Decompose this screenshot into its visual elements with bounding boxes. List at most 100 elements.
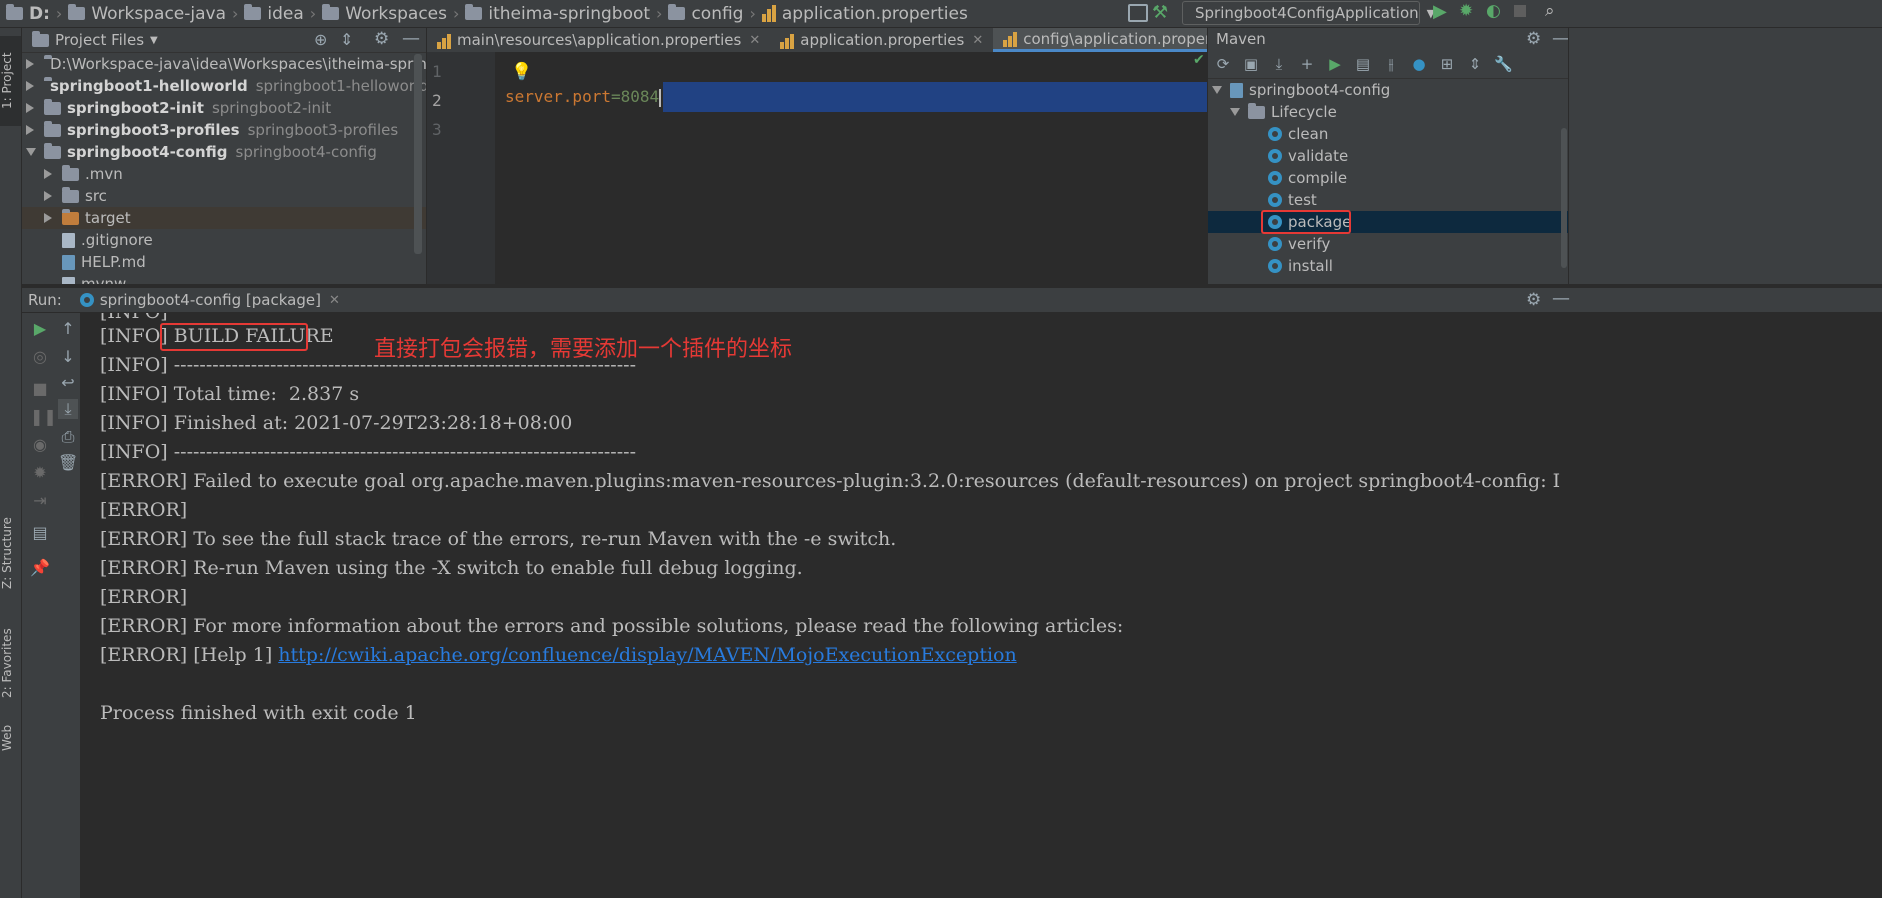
camera-icon[interactable]: ◉ (30, 435, 50, 455)
window-layout-icon[interactable] (1128, 4, 1148, 22)
expand-arrow-icon[interactable] (26, 81, 34, 91)
maven-phase-validate[interactable]: validate (1208, 145, 1568, 167)
breadcrumb-workspace-java[interactable]: Workspace-java › (68, 4, 244, 24)
breadcrumb-workspaces[interactable]: Workspaces › (322, 4, 465, 24)
tree-item-root[interactable]: D:\Workspace-java\idea\Workspaces\itheim… (22, 53, 426, 75)
web-tool-tab[interactable]: Web (0, 718, 21, 758)
expand-arrow-icon[interactable] (26, 103, 34, 113)
stop-icon[interactable] (1514, 5, 1526, 17)
toggle-tree-icon[interactable]: ◎ (30, 347, 50, 367)
download-icon[interactable]: ⤓ (1270, 55, 1288, 73)
project-scrollbar[interactable] (414, 54, 422, 254)
stop-icon[interactable]: ■ (30, 379, 50, 399)
collapse-arrow-icon[interactable] (26, 148, 36, 156)
run-configuration-select[interactable]: Springboot4ConfigApplication ▼ (1182, 1, 1435, 25)
folder-icon (62, 186, 79, 203)
generate-sources-icon[interactable]: ▣ (1242, 55, 1260, 73)
maven-project-node[interactable]: springboot4-config (1208, 79, 1568, 101)
wrench-icon[interactable]: 🔧 (1494, 55, 1513, 73)
close-icon[interactable]: ✕ (749, 33, 760, 48)
gear-icon[interactable]: ⚙ (1526, 29, 1541, 49)
run-icon[interactable]: ▶ (1433, 1, 1447, 22)
tree-item-springboot3[interactable]: springboot3-profiles springboot3-profiles (22, 119, 426, 141)
tree-item-mvnw[interactable]: mvnw (22, 273, 426, 284)
pin-icon[interactable]: 📌 (30, 558, 50, 578)
collapse-all-icon[interactable]: ⇕ (340, 30, 353, 49)
project-panel: Project Files ▼ ⊕ ⇕ ⚙ — D:\Workspace-jav… (22, 28, 426, 284)
toggle-offline-icon[interactable]: ⫲ (1382, 55, 1400, 73)
tree-item-gitignore[interactable]: .gitignore (22, 229, 426, 251)
gear-icon[interactable]: ⚙ (374, 29, 389, 49)
maven-lifecycle-node[interactable]: Lifecycle (1208, 101, 1568, 123)
run-icon[interactable]: ▶ (1326, 55, 1344, 73)
execute-goal-icon[interactable]: ▤ (1354, 55, 1372, 73)
tab-main-resources-application-properties[interactable]: main\resources\application.properties ✕ (427, 28, 770, 52)
breadcrumb-config[interactable]: config › (668, 4, 761, 24)
close-icon[interactable]: ✕ (972, 33, 983, 48)
search-icon[interactable]: ⌕ (1545, 1, 1555, 21)
tree-item-src[interactable]: src (22, 185, 426, 207)
run-tab[interactable]: springboot4-config [package] ✕ (79, 291, 340, 309)
maven-phase-test[interactable]: test (1208, 189, 1568, 211)
code-line-2[interactable]: server.port=8084 (505, 87, 662, 107)
maven-phase-install[interactable]: install (1208, 255, 1568, 277)
skip-tests-icon[interactable]: ● (1410, 55, 1428, 73)
expand-arrow-icon[interactable] (26, 125, 34, 135)
tree-item-springboot2[interactable]: springboot2-init springboot2-init (22, 97, 426, 119)
console-output[interactable]: [INFO] [INFO] BUILD FAILURE 直接打包会报错，需要添加… (81, 313, 1882, 898)
debug-icon[interactable]: ✹ (1459, 1, 1473, 21)
build-hammer-icon[interactable]: ⚒ (1152, 2, 1168, 23)
add-icon[interactable]: + (1298, 55, 1316, 73)
close-icon[interactable]: ✕ (329, 293, 340, 308)
tree-item-target[interactable]: target (22, 207, 426, 229)
breadcrumb-idea[interactable]: idea › (244, 4, 322, 24)
gear-icon[interactable]: ⚙ (1526, 290, 1541, 310)
minimize-icon[interactable]: — (1552, 28, 1568, 49)
maven-phase-compile[interactable]: compile (1208, 167, 1568, 189)
expand-arrow-icon[interactable] (26, 59, 34, 69)
expand-arrow-icon[interactable] (44, 191, 52, 201)
project-panel-title[interactable]: Project Files (55, 31, 144, 49)
down-arrow-icon[interactable]: ↓ (58, 347, 78, 367)
minimize-icon[interactable]: — (1552, 288, 1570, 309)
export-icon[interactable]: ⇥ (30, 491, 50, 511)
pause-icon[interactable]: ❚❚ (30, 407, 57, 427)
soft-wrap-icon[interactable]: ↩ (58, 373, 78, 393)
collapse-arrow-icon[interactable] (1230, 108, 1240, 116)
breadcrumb-drive[interactable]: D: › (6, 4, 68, 24)
maven-phase-package[interactable]: package (1208, 210, 1568, 234)
coverage-icon[interactable]: ◐ (1486, 1, 1501, 21)
print-icon[interactable]: ⎙ (58, 427, 78, 447)
breadcrumb-application-properties[interactable]: application.properties (761, 4, 968, 24)
up-arrow-icon[interactable]: ↑ (58, 319, 78, 339)
tree-item-help-md[interactable]: HELP.md (22, 251, 426, 273)
breadcrumb-itheima-springboot[interactable]: itheima-springboot › (465, 4, 668, 24)
help-link[interactable]: http://cwiki.apache.org/confluence/displ… (278, 644, 1016, 666)
rerun-icon[interactable]: ▶ (30, 319, 50, 339)
minimize-icon[interactable]: — (402, 28, 420, 49)
show-dependencies-icon[interactable]: ⊞ (1438, 55, 1456, 73)
expand-arrow-icon[interactable] (44, 169, 52, 179)
locate-icon[interactable]: ⊕ (314, 30, 327, 49)
scroll-to-end-icon[interactable]: ⤓ (58, 399, 78, 419)
reload-icon[interactable]: ⟳ (1214, 55, 1232, 73)
maven-phase-verify[interactable]: verify (1208, 233, 1568, 255)
favorites-tool-tab[interactable]: 2: Favorites (0, 618, 21, 708)
tab-application-properties[interactable]: application.properties ✕ (770, 28, 993, 52)
maven-scrollbar[interactable] (1561, 128, 1567, 268)
layout-icon[interactable]: ▤ (30, 523, 50, 543)
chevron-down-icon[interactable]: ▼ (150, 35, 158, 46)
debug-icon[interactable]: ✹ (30, 463, 50, 483)
collapse-all-icon[interactable]: ⇕ (1466, 55, 1484, 73)
tree-item-mvn[interactable]: .mvn (22, 163, 426, 185)
tree-item-springboot4[interactable]: springboot4-config springboot4-config (22, 141, 426, 163)
structure-tool-tab[interactable]: Z: Structure (0, 508, 21, 598)
project-tool-tab[interactable]: 1: Project (0, 36, 21, 126)
collapse-arrow-icon[interactable] (1212, 86, 1222, 94)
trash-icon[interactable]: 🗑 (58, 453, 78, 473)
tab-config-application-properties[interactable]: config\application.properties✕ (993, 28, 1207, 52)
tree-item-springboot1[interactable]: springboot1-helloworld springboot1-hellow… (22, 75, 426, 97)
lightbulb-icon[interactable]: 💡 (511, 62, 532, 82)
maven-phase-clean[interactable]: clean (1208, 123, 1568, 145)
expand-arrow-icon[interactable] (44, 213, 52, 223)
